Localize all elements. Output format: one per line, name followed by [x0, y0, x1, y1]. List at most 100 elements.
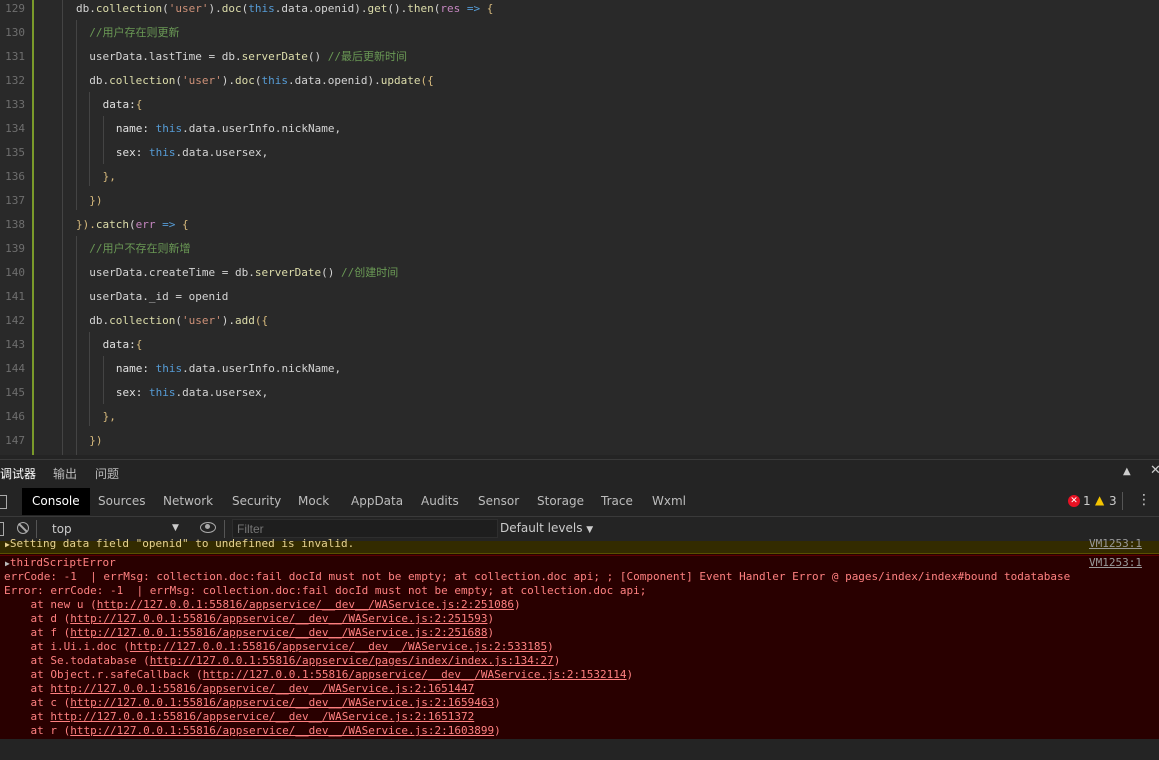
devtools-tab-sources[interactable]: Sources	[88, 488, 155, 515]
code-token: name:	[115, 362, 156, 375]
stack-frame-link[interactable]: http://127.0.0.1:55816/appservice/__dev_…	[70, 612, 487, 625]
code-token: //用户存在则更新	[89, 26, 180, 39]
code-editor[interactable]: 129 db.collection('user').doc(this.data.o…	[0, 0, 1159, 455]
code-token: (	[162, 2, 169, 15]
line-number: 129	[5, 2, 25, 15]
code-text: userData.createTime = db.serverDate() //…	[89, 265, 398, 281]
devtools-tab-network[interactable]: Network	[153, 488, 223, 515]
code-token: err	[135, 218, 156, 231]
code-line: 132 db.collection('user').doc(this.data.o…	[0, 72, 1159, 96]
code-line: 142 db.collection('user').add({	[0, 312, 1159, 336]
console-output[interactable]: ▶Setting data field "openid" to undefine…	[0, 537, 1159, 740]
line-number: 138	[5, 218, 25, 231]
code-text: name: this.data.userInfo.nickName,	[116, 361, 341, 377]
code-token: {	[135, 338, 143, 351]
code-token: .data.openid).	[288, 74, 381, 87]
devtools-tab-storage[interactable]: Storage	[527, 488, 594, 515]
code-token: .data.usersex,	[175, 386, 269, 399]
code-token: this	[155, 362, 183, 375]
devtools-tab-appdata[interactable]: AppData	[341, 488, 413, 515]
stack-frame-prefix: at	[4, 682, 51, 695]
stack-frame-prefix: at f (	[4, 626, 71, 639]
devtools-tab-audits[interactable]: Audits	[411, 488, 469, 515]
warning-triangle-icon: ▲	[1095, 493, 1105, 507]
code-line: 139 //用户不存在则新增	[0, 240, 1159, 264]
stack-frame-link[interactable]: http://127.0.0.1:55816/appservice/__dev_…	[70, 724, 494, 737]
error-group-toggle[interactable]: ▶thirdScriptError	[5, 556, 116, 571]
devtools-tab-sensor[interactable]: Sensor	[468, 488, 529, 515]
filter-input[interactable]	[232, 519, 498, 538]
code-token: 'user'	[168, 2, 209, 15]
code-token: then	[407, 2, 434, 15]
stack-frame-link[interactable]: http://127.0.0.1:55816/appservice/__dev_…	[50, 710, 474, 723]
error-circle-icon: ✕	[1068, 495, 1080, 507]
error-line-1: errCode: -1 | errMsg: collection.doc:fai…	[4, 570, 1071, 583]
console-prompt-area[interactable]	[0, 739, 1159, 760]
stack-frame: at f (http://127.0.0.1:55816/appservice/…	[4, 626, 494, 640]
line-number: 144	[5, 362, 25, 375]
code-token: .data.userInfo.nickName,	[182, 122, 342, 135]
code-line: 130 //用户存在则更新	[0, 24, 1159, 48]
code-line: 134 name: this.data.userInfo.nickName,	[0, 120, 1159, 144]
line-number: 132	[5, 74, 25, 87]
devtools-tab-console[interactable]: Console	[22, 488, 90, 515]
clear-console-icon[interactable]	[17, 522, 29, 534]
inspect-element-icon[interactable]	[0, 495, 7, 509]
devtools-tab-mock[interactable]: Mock	[288, 488, 339, 515]
stack-frame-link[interactable]: http://127.0.0.1:55816/appservice/__dev_…	[70, 626, 487, 639]
devtools-tab-wxml[interactable]: Wxml	[642, 488, 696, 515]
code-token: doc	[235, 74, 255, 87]
line-number: 141	[5, 290, 25, 303]
stack-frame-link[interactable]: http://127.0.0.1:55816/appservice/__dev_…	[130, 640, 547, 653]
code-token: add	[235, 314, 255, 327]
code-token: (	[129, 218, 136, 231]
panel-tab-problems[interactable]: 问题	[95, 465, 119, 482]
panel-tab-debugger[interactable]: 调试器	[0, 465, 36, 482]
code-text: sex: this.data.usersex,	[116, 145, 268, 161]
devtools-tab-security[interactable]: Security	[222, 488, 291, 515]
error-count[interactable]: 1	[1083, 494, 1091, 508]
line-number: 146	[5, 410, 25, 423]
warning-source-link[interactable]: VM1253:1	[1089, 537, 1142, 551]
code-text: userData._id = openid	[89, 289, 228, 305]
sidebar-toggle-icon[interactable]	[0, 522, 4, 536]
stack-frame-link[interactable]: http://127.0.0.1:55816/appservice/__dev_…	[97, 598, 514, 611]
stack-frame-link[interactable]: http://127.0.0.1:55816/appservice/__dev_…	[70, 696, 494, 709]
devtools-toolbar: Console Sources Network Security Mock AppData…	[0, 488, 1159, 517]
stack-frame-link[interactable]: http://127.0.0.1:55816/appservice/pages/…	[150, 654, 554, 667]
code-text: })	[89, 433, 102, 449]
line-number: 136	[5, 170, 25, 183]
code-token: //创建时间	[340, 266, 399, 279]
error-source-link[interactable]: VM1253:1	[1089, 556, 1142, 570]
more-options-icon[interactable]: ⋮	[1137, 492, 1151, 508]
warning-text: ▶Setting data field "openid" to undefine…	[5, 537, 355, 550]
code-token: data:	[102, 338, 136, 351]
code-token: =>	[460, 2, 481, 15]
line-number: 133	[5, 98, 25, 111]
warning-count[interactable]: 3	[1109, 494, 1117, 508]
log-levels-dropdown[interactable]: Default levels ▼	[500, 521, 593, 535]
code-token: {	[175, 218, 189, 231]
console-warning-message: ▶Setting data field "openid" to undefine…	[0, 537, 1159, 554]
stack-frame: at i.Ui.i.doc (http://127.0.0.1:55816/ap…	[4, 640, 553, 654]
context-selector[interactable]: top ▼	[44, 519, 188, 538]
dropdown-arrow-icon: ▼	[586, 525, 594, 535]
line-number: 145	[5, 386, 25, 399]
code-line: 141 userData._id = openid	[0, 288, 1159, 312]
code-line: 131 userData.lastTime = db.serverDate() /…	[0, 48, 1159, 72]
stack-frame-link[interactable]: http://127.0.0.1:55816/appservice/__dev_…	[203, 668, 627, 681]
panel-tab-output[interactable]: 输出	[53, 465, 77, 482]
stack-frame: at Se.todatabase (http://127.0.0.1:55816…	[4, 654, 560, 668]
stack-frame-prefix: at r (	[4, 724, 71, 737]
eye-icon[interactable]	[200, 522, 216, 533]
stack-frame-link[interactable]: http://127.0.0.1:55816/appservice/__dev_…	[50, 682, 474, 695]
code-token: sex:	[115, 146, 150, 159]
close-icon[interactable]: ✕	[1150, 463, 1159, 478]
filter-divider-2	[224, 520, 225, 538]
chevron-up-icon[interactable]: ▲	[1123, 466, 1131, 477]
stack-frame-suffix: )	[513, 598, 521, 611]
devtools-tab-trace[interactable]: Trace	[591, 488, 643, 515]
error-line-2: Error: errCode: -1 | errMsg: collection.…	[4, 584, 647, 597]
code-token: collection	[109, 314, 176, 327]
code-text: })	[89, 193, 102, 209]
